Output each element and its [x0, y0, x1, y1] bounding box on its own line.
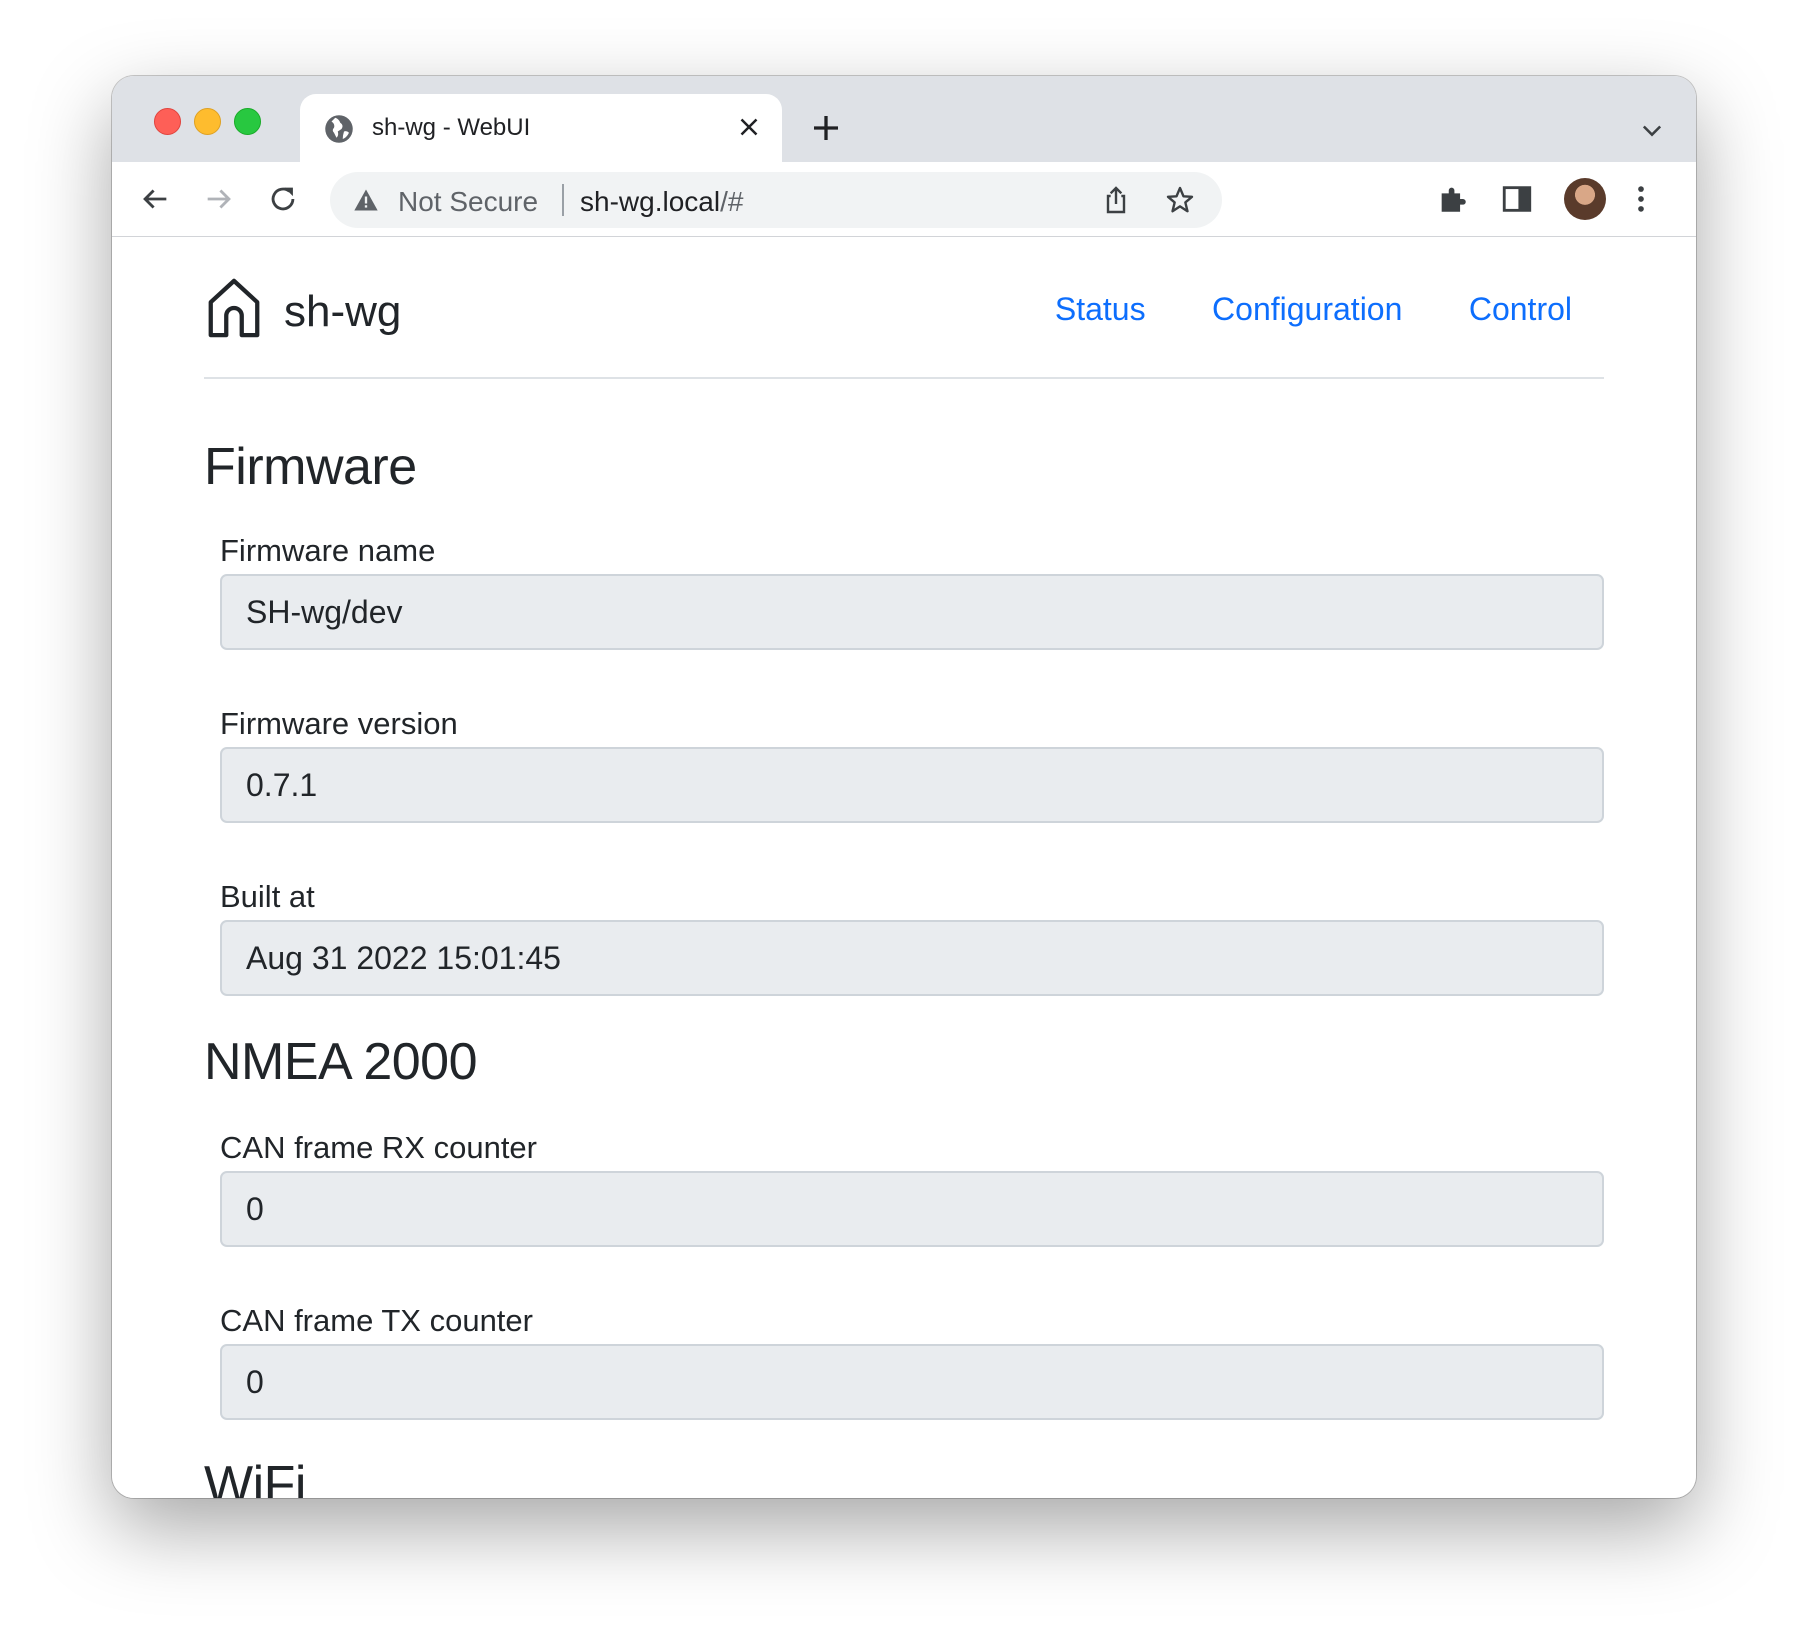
can-tx-label: CAN frame TX counter	[220, 1303, 533, 1338]
share-icon[interactable]	[1100, 184, 1132, 216]
new-tab-icon[interactable]	[808, 110, 844, 146]
built-at-field[interactable]	[220, 920, 1604, 996]
side-panel-icon[interactable]	[1500, 182, 1534, 216]
url-text[interactable]: sh-wg.local/#	[580, 186, 743, 218]
nav-status-link[interactable]: Status	[1055, 291, 1146, 327]
url-host: sh-wg.local	[580, 186, 721, 217]
bookmark-star-icon[interactable]	[1164, 184, 1196, 216]
can-rx-label: CAN frame RX counter	[220, 1130, 537, 1165]
close-window-button[interactable]	[154, 108, 181, 135]
nav-configuration-link[interactable]: Configuration	[1212, 291, 1402, 327]
nav-control-link[interactable]: Control	[1469, 291, 1572, 327]
url-path: /#	[720, 186, 744, 217]
chevron-down-icon[interactable]	[1638, 116, 1666, 144]
security-label[interactable]: Not Secure	[398, 186, 538, 218]
browser-toolbar: Not Secure sh-wg.local/#	[112, 162, 1696, 237]
forward-arrow-icon[interactable]	[202, 182, 236, 216]
tab-strip: sh-wg - WebUI	[112, 76, 1696, 162]
browser-tab[interactable]: sh-wg - WebUI	[300, 94, 782, 162]
omnibox-divider	[562, 184, 564, 216]
address-bar[interactable]: Not Secure sh-wg.local/#	[330, 172, 1222, 228]
warning-triangle-icon[interactable]	[352, 186, 380, 214]
firmware-name-label: Firmware name	[220, 533, 436, 568]
zoom-window-button[interactable]	[234, 108, 261, 135]
profile-avatar[interactable]	[1564, 178, 1606, 220]
back-arrow-icon[interactable]	[138, 182, 172, 216]
reload-icon[interactable]	[266, 182, 300, 216]
minimize-window-button[interactable]	[194, 108, 221, 135]
brand-name: sh-wg	[284, 287, 402, 336]
main-nav: Status Configuration Control	[993, 291, 1572, 328]
can-tx-counter-field[interactable]	[220, 1344, 1604, 1420]
nmea-heading: NMEA 2000	[204, 1033, 478, 1091]
more-vertical-icon[interactable]	[1624, 182, 1658, 216]
firmware-version-label: Firmware version	[220, 706, 458, 741]
tab-title: sh-wg - WebUI	[372, 114, 531, 141]
firmware-version-field[interactable]	[220, 747, 1604, 823]
home-icon	[208, 278, 260, 338]
web-page: sh-wg Status Configuration Control Firmw…	[112, 237, 1696, 1498]
firmware-heading: Firmware	[204, 438, 417, 496]
extensions-puzzle-icon[interactable]	[1436, 182, 1470, 216]
wifi-heading: WiFi	[204, 1456, 306, 1498]
built-at-label: Built at	[220, 879, 315, 914]
header-divider	[204, 377, 1604, 379]
firmware-name-field[interactable]	[220, 574, 1604, 650]
browser-window: sh-wg - WebUI Not Secure sh-wg.local/# s…	[112, 76, 1696, 1498]
close-icon[interactable]	[734, 112, 764, 142]
globe-icon	[325, 115, 353, 143]
can-rx-counter-field[interactable]	[220, 1171, 1604, 1247]
